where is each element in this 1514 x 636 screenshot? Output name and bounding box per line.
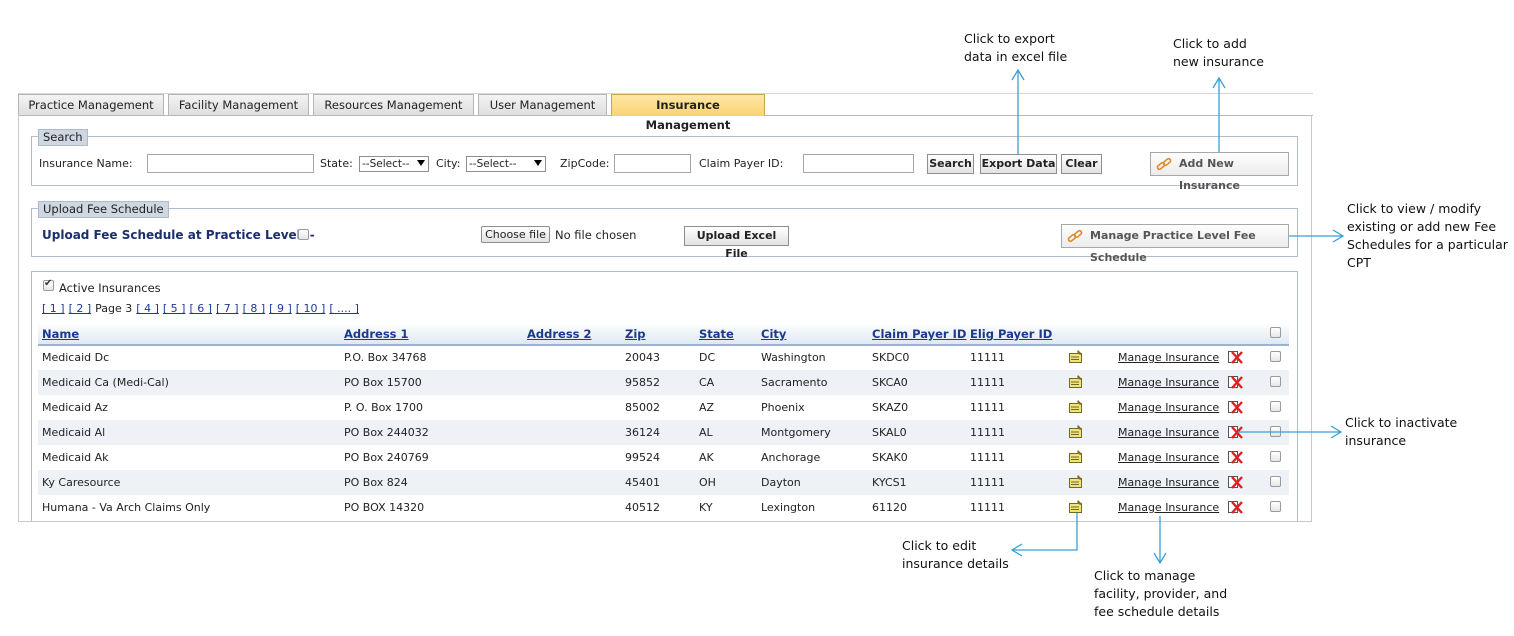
annotation-arrows xyxy=(1010,68,1345,565)
